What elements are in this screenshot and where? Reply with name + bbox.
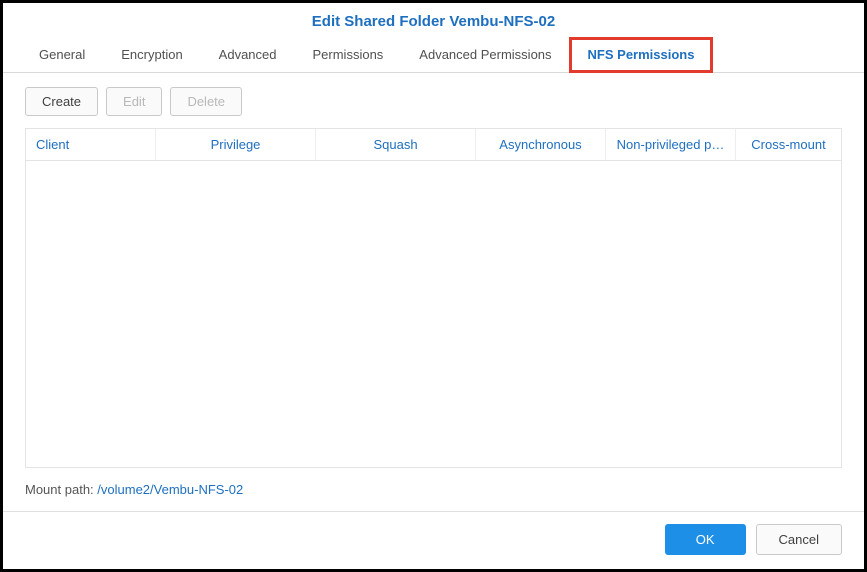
tab-encryption[interactable]: Encryption	[103, 38, 200, 72]
create-button[interactable]: Create	[25, 87, 98, 116]
tab-content: Create Edit Delete Client Privilege Squa…	[3, 73, 864, 511]
column-cross-mount[interactable]: Cross-mount	[736, 129, 841, 160]
tab-advanced[interactable]: Advanced	[201, 38, 295, 72]
cancel-button[interactable]: Cancel	[756, 524, 842, 555]
tab-permissions[interactable]: Permissions	[295, 38, 402, 72]
table-header: Client Privilege Squash Asynchronous Non…	[26, 129, 841, 161]
column-asynchronous[interactable]: Asynchronous	[476, 129, 606, 160]
delete-button[interactable]: Delete	[170, 87, 242, 116]
tab-nfs-permissions[interactable]: NFS Permissions	[570, 38, 713, 72]
tab-advanced-permissions[interactable]: Advanced Permissions	[401, 38, 569, 72]
table-body	[26, 161, 841, 467]
dialog-footer: OK Cancel	[3, 511, 864, 569]
nfs-permissions-table: Client Privilege Squash Asynchronous Non…	[25, 128, 842, 468]
mount-path-row: Mount path: /volume2/Vembu-NFS-02	[25, 468, 842, 503]
column-client[interactable]: Client	[26, 129, 156, 160]
tab-general[interactable]: General	[21, 38, 103, 72]
dialog-title: Edit Shared Folder Vembu-NFS-02	[3, 3, 864, 38]
dialog-window: Edit Shared Folder Vembu-NFS-02 General …	[3, 3, 864, 569]
toolbar: Create Edit Delete	[25, 87, 842, 116]
edit-button[interactable]: Edit	[106, 87, 162, 116]
mount-path-label: Mount path:	[25, 482, 97, 497]
column-squash[interactable]: Squash	[316, 129, 476, 160]
column-non-privileged[interactable]: Non-privileged p…	[606, 129, 736, 160]
ok-button[interactable]: OK	[665, 524, 746, 555]
column-privilege[interactable]: Privilege	[156, 129, 316, 160]
tab-bar: General Encryption Advanced Permissions …	[3, 38, 864, 73]
mount-path-value: /volume2/Vembu-NFS-02	[97, 482, 243, 497]
